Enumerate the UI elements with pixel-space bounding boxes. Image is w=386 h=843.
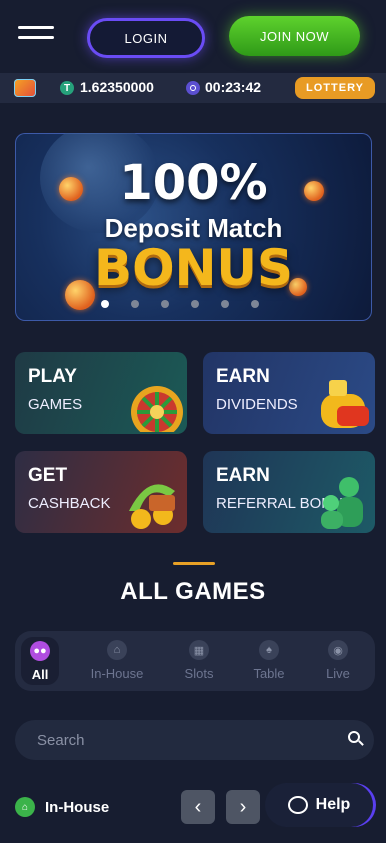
- category-label: In-House: [45, 799, 110, 816]
- carousel-dots: [101, 300, 281, 308]
- card-title: EARN: [216, 465, 270, 486]
- carousel-dot[interactable]: [251, 300, 259, 308]
- referral-people-icon: [321, 477, 363, 529]
- tab-in-house[interactable]: ⌂ In-House: [85, 631, 149, 691]
- chat-bubble-icon: [287, 796, 308, 814]
- help-button[interactable]: Help: [265, 783, 373, 827]
- tab-label: Live: [326, 666, 350, 681]
- banner-bonus: BONUS: [93, 239, 294, 297]
- search-bar: [15, 720, 374, 760]
- promo-banner[interactable]: 100% Deposit Match BONUS: [15, 133, 372, 321]
- tab-label: Table: [253, 666, 285, 681]
- token-icon: T: [60, 81, 74, 95]
- section-divider: [173, 562, 215, 565]
- category-tabs: ●● All ⌂ In-House ▦ Slots ♠ Table ◉ Live: [15, 631, 375, 691]
- get-cashback-card[interactable]: GET CASHBACK: [15, 451, 187, 533]
- roulette-wheel-icon: [131, 386, 183, 432]
- prev-arrow-button[interactable]: ‹: [181, 790, 215, 824]
- earn-referral-card[interactable]: EARN REFERRAL BONUS: [203, 451, 375, 533]
- home-icon: ⌂: [107, 640, 127, 660]
- carousel-dot[interactable]: [221, 300, 229, 308]
- balance-value: 1.62350000: [80, 79, 154, 95]
- card-title: GET: [28, 465, 68, 486]
- cashback-coins-icon: [129, 484, 175, 529]
- join-now-button[interactable]: JOIN NOW: [229, 16, 360, 56]
- gamepad-icon: ●●: [30, 641, 50, 661]
- carousel-dot[interactable]: [131, 300, 139, 308]
- home-icon: ⌂: [15, 797, 35, 817]
- section-heading: ALL GAMES: [120, 578, 266, 605]
- tab-table[interactable]: ♠ Table: [245, 631, 293, 691]
- lottery-button[interactable]: LOTTERY: [295, 77, 375, 99]
- tab-label: Slots: [184, 666, 214, 681]
- live-icon: ◉: [328, 640, 348, 660]
- cards-icon: ♠: [259, 640, 279, 660]
- search-icon[interactable]: [348, 731, 360, 743]
- login-button[interactable]: LOGIN: [87, 18, 205, 58]
- tab-label: All: [31, 667, 49, 682]
- site-logo-icon[interactable]: [14, 79, 36, 97]
- tab-slots[interactable]: ▦ Slots: [175, 631, 223, 691]
- search-input[interactable]: [35, 730, 329, 750]
- card-title: EARN: [216, 366, 270, 387]
- banner-percent: 100%: [119, 155, 268, 211]
- card-subtitle: DIVIDENDS: [216, 396, 298, 413]
- card-subtitle: CASHBACK: [28, 495, 111, 512]
- carousel-dot[interactable]: [191, 300, 199, 308]
- carousel-dot[interactable]: [161, 300, 169, 308]
- earn-dividends-card[interactable]: EARN DIVIDENDS: [203, 352, 375, 434]
- tab-all[interactable]: ●● All: [21, 637, 59, 685]
- money-bag-icon: [321, 380, 369, 428]
- tab-live[interactable]: ◉ Live: [315, 631, 361, 691]
- carousel-dot[interactable]: [101, 300, 109, 308]
- play-games-card[interactable]: PLAY GAMES: [15, 352, 187, 434]
- next-arrow-button[interactable]: ›: [226, 790, 260, 824]
- menu-icon[interactable]: [18, 26, 54, 48]
- help-label: Help: [315, 796, 351, 813]
- slots-icon: ▦: [189, 640, 209, 660]
- card-title: PLAY: [28, 366, 77, 387]
- card-subtitle: GAMES: [28, 396, 83, 413]
- clock-icon: [186, 81, 200, 95]
- countdown-timer: 00:23:42: [205, 79, 262, 95]
- tab-label: In-House: [90, 666, 144, 681]
